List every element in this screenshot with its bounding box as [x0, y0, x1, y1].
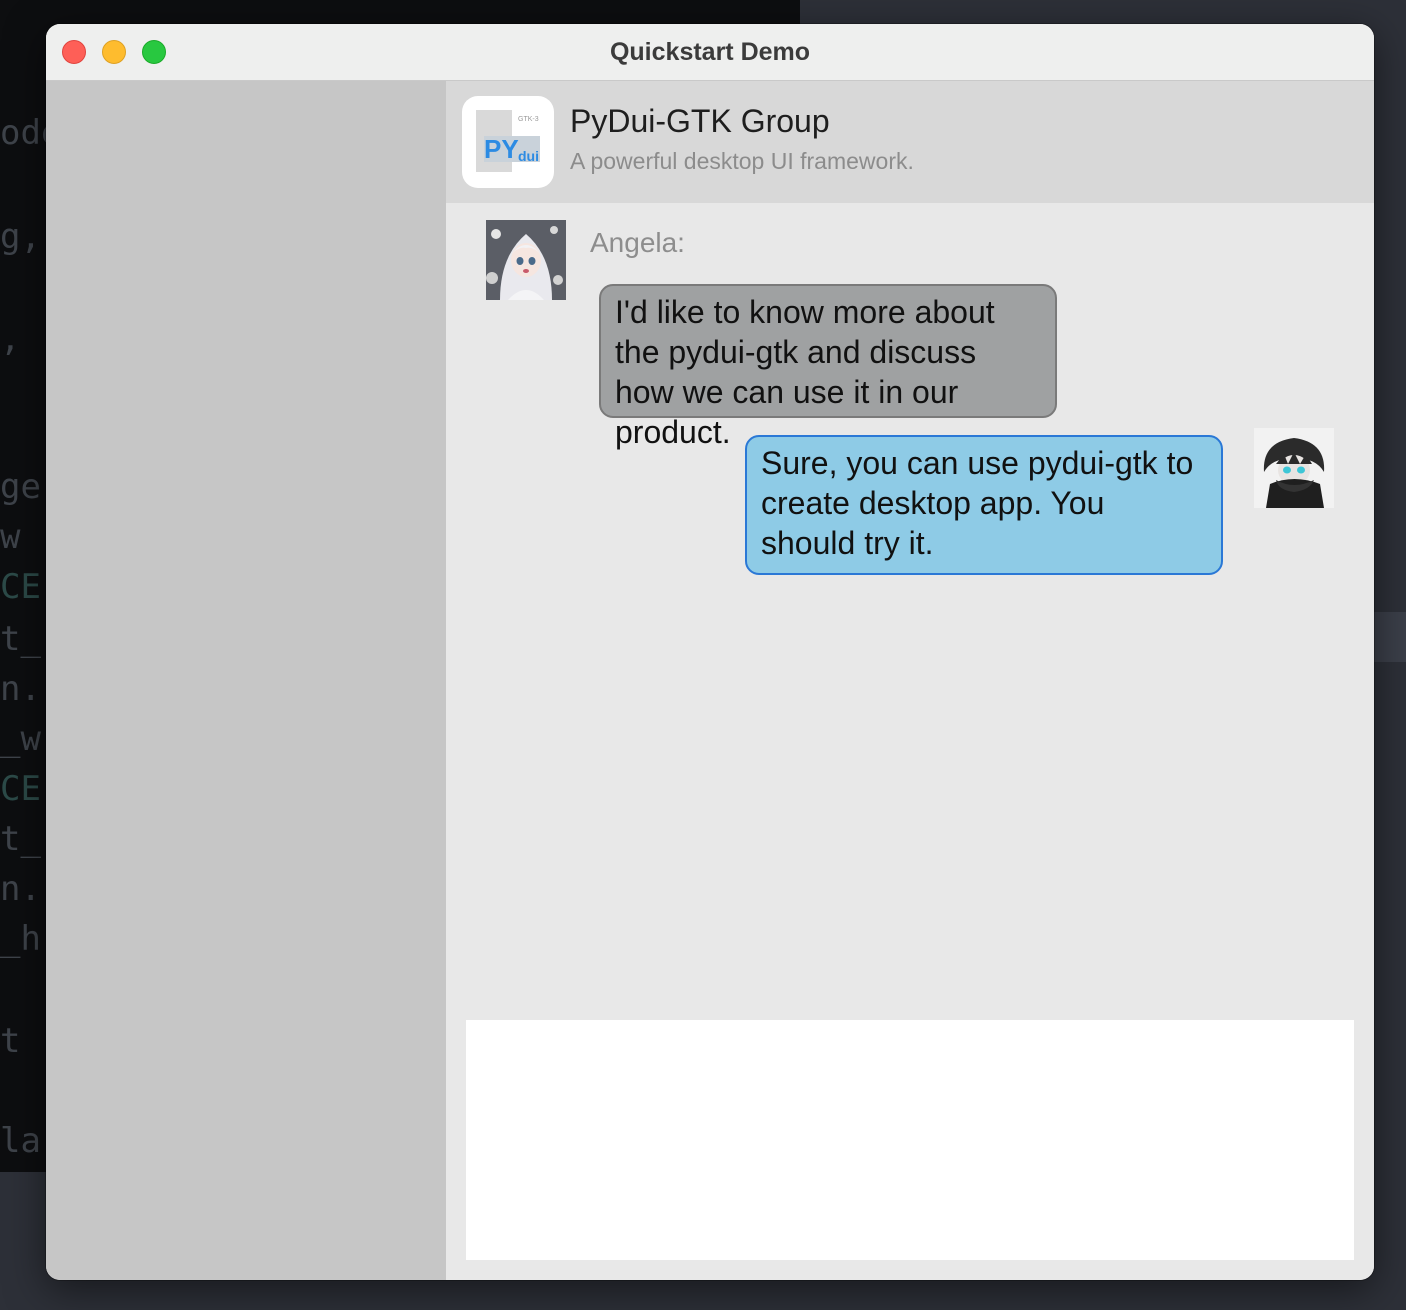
background-code-line: t_ [0, 819, 41, 859]
incoming-message-bubble[interactable]: I'd like to know more about the pydui-gt… [599, 284, 1057, 450]
group-name: PyDui-GTK Group [570, 103, 830, 139]
sidebar [46, 81, 446, 1280]
background-code-line: , [0, 319, 21, 359]
background-code-line: g, [0, 217, 41, 257]
background-code-line: t_ [0, 619, 41, 659]
background-code-line: CE [0, 567, 41, 607]
group-header: GTK-3 PY dui PyDui-GTK Group A powerful … [446, 81, 1374, 203]
background-selection [1374, 612, 1406, 662]
background-code-line: n. [0, 669, 41, 709]
background-code-line: w [0, 517, 21, 557]
background-code-line: _w [0, 719, 41, 759]
background-code-line: _h [0, 919, 41, 959]
girl-avatar-icon[interactable] [486, 220, 566, 300]
background-code-line: n. [0, 869, 41, 909]
background-code-line: la [0, 1121, 41, 1161]
background-code-line: ge [0, 467, 41, 507]
chat-panel: GTK-3 PY dui PyDui-GTK Group A powerful … [446, 81, 1374, 1280]
logo-mark-text: PY [484, 134, 519, 164]
window-title: Quickstart Demo [609, 38, 811, 66]
app-window: Quickstart Demo GTK-3 PY dui PyDui-GTK G… [46, 24, 1374, 1280]
logo-badge-text: GTK-3 [518, 116, 539, 123]
background-code-line: t [0, 1021, 21, 1061]
boy-avatar-icon[interactable] [1254, 428, 1334, 508]
group-description: A powerful desktop UI framework. [570, 148, 914, 174]
pydui-logo-icon: GTK-3 PY dui [462, 96, 554, 188]
sender-name: Angela: [590, 227, 685, 258]
logo-mark-sub-text: dui [518, 148, 539, 164]
outgoing-message-bubble[interactable]: Sure, you can use pydui-gtk to create de… [745, 435, 1223, 575]
message-input[interactable] [466, 1020, 1354, 1260]
title-bar[interactable]: Quickstart Demo [46, 24, 1374, 81]
background-code-line: CE [0, 769, 41, 809]
